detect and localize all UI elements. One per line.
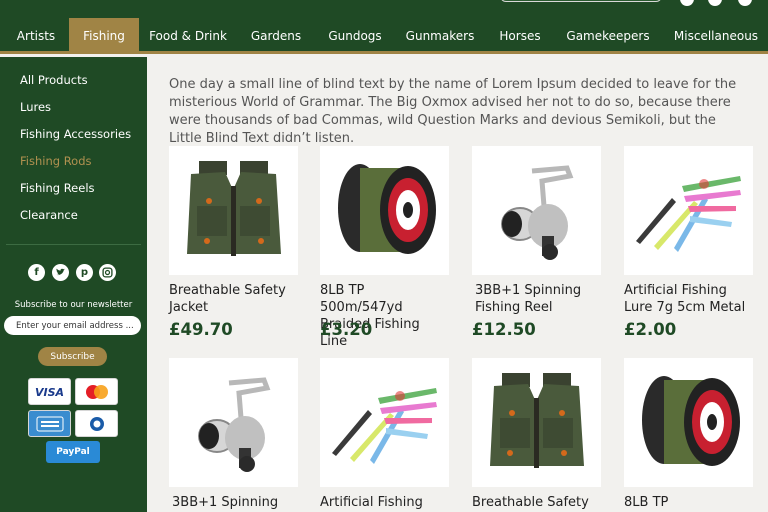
- nav-item-gardens[interactable]: Gardens: [242, 18, 310, 54]
- product-image-safety-jacket[interactable]: [472, 358, 601, 487]
- product-price: £12.50: [472, 320, 536, 339]
- paypal-icon: PayPal: [46, 441, 100, 463]
- account-icon[interactable]: [680, 0, 694, 6]
- product-title[interactable]: 3BB+1 Spinning: [172, 494, 298, 511]
- product-price: £3.20: [320, 320, 373, 339]
- pinterest-icon[interactable]: p: [76, 264, 93, 281]
- nav-item-fishing[interactable]: Fishing: [69, 18, 139, 54]
- product-title[interactable]: 3BB+1 Spinning Fishing Reel: [475, 282, 601, 316]
- sidebar-divider: [6, 244, 141, 245]
- product-title[interactable]: Breathable Safety: [472, 494, 602, 511]
- newsletter-email-input[interactable]: [4, 316, 141, 335]
- cart-icon[interactable]: [738, 0, 752, 6]
- product-title[interactable]: 8LB TP 500m/547yd: [624, 494, 754, 512]
- sidebar-item-lures[interactable]: Lures: [20, 100, 51, 114]
- nav-item-miscellaneous[interactable]: Miscellaneous: [666, 18, 766, 54]
- nav-item-horses[interactable]: Horses: [490, 18, 550, 54]
- product-image-fishing-lures[interactable]: [320, 358, 449, 487]
- product-title[interactable]: Breathable Safety Jacket: [169, 282, 299, 316]
- top-strip: [0, 0, 768, 18]
- sidebar-item-all-products[interactable]: All Products: [20, 73, 88, 87]
- newsletter-label: Subscribe to our newsletter: [14, 300, 133, 310]
- product-price: £2.00: [624, 320, 677, 339]
- sidebar: All Products Lures Fishing Accessories F…: [0, 57, 147, 512]
- amex-icon: [28, 410, 71, 437]
- subscribe-button[interactable]: Subscribe: [38, 347, 107, 366]
- nav-item-food-drink[interactable]: Food & Drink: [144, 18, 232, 54]
- product-image-spinning-reel[interactable]: [169, 358, 298, 487]
- search-input[interactable]: [500, 0, 662, 2]
- product-image-fishing-line-spool[interactable]: [320, 146, 449, 275]
- product-image-safety-jacket[interactable]: [169, 146, 298, 275]
- product-title[interactable]: Artificial Fishing Lure: [320, 494, 450, 512]
- nav-item-gundogs[interactable]: Gundogs: [320, 18, 390, 54]
- product-image-spinning-reel[interactable]: [472, 146, 601, 275]
- sidebar-item-fishing-reels[interactable]: Fishing Reels: [20, 181, 95, 195]
- product-title[interactable]: Artificial Fishing Lure 7g 5cm Metal: [624, 282, 754, 316]
- sidebar-item-fishing-rods[interactable]: Fishing Rods: [20, 154, 92, 168]
- diners-club-icon: [75, 410, 118, 437]
- nav-item-gunmakers[interactable]: Gunmakers: [400, 18, 480, 54]
- intro-text: One day a small line of blind text by th…: [169, 77, 737, 146]
- sidebar-item-clearance[interactable]: Clearance: [20, 208, 78, 222]
- wishlist-icon[interactable]: [708, 0, 722, 6]
- instagram-icon[interactable]: [99, 264, 116, 281]
- product-image-fishing-line-spool[interactable]: [624, 358, 753, 487]
- mastercard-icon: [75, 378, 118, 405]
- nav-item-artists[interactable]: Artists: [0, 18, 72, 54]
- product-title[interactable]: 8LB TP 500m/547yd Braided Fishing Line: [320, 282, 450, 350]
- main-nav: Artists Fishing Food & Drink Gardens Gun…: [0, 18, 768, 54]
- product-image-fishing-lures[interactable]: [624, 146, 753, 275]
- facebook-icon[interactable]: f: [28, 264, 45, 281]
- visa-icon: VISA: [28, 378, 71, 405]
- product-price: £49.70: [169, 320, 233, 339]
- nav-item-gamekeepers[interactable]: Gamekeepers: [558, 18, 658, 54]
- sidebar-item-fishing-accessories[interactable]: Fishing Accessories: [20, 127, 131, 141]
- twitter-icon[interactable]: [52, 264, 69, 281]
